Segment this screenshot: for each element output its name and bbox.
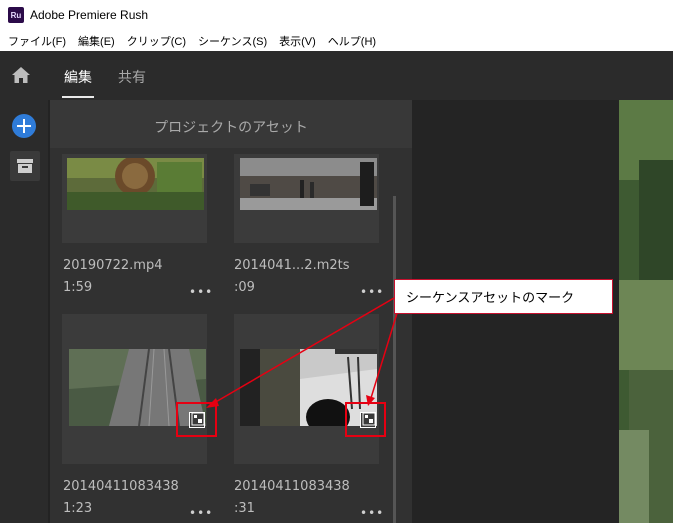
annotation-arrows (191, 297, 399, 426)
annotation-callout: シーケンスアセットのマーク (394, 279, 613, 314)
sequence-glyph (191, 412, 376, 426)
